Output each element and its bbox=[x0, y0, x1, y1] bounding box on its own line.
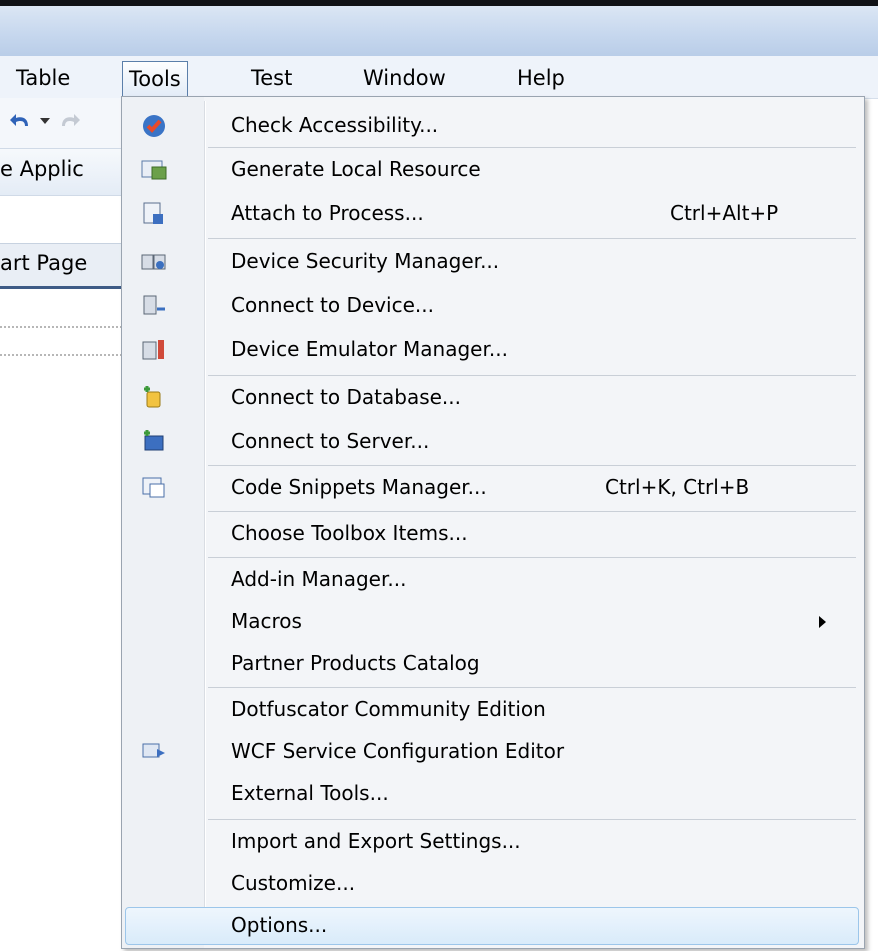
menu-item-connect-to-device[interactable]: Connect to Device... bbox=[125, 287, 859, 325]
code-snippets-icon bbox=[142, 477, 165, 498]
submenu-arrow-icon bbox=[819, 616, 826, 628]
menu-separator bbox=[208, 819, 856, 820]
menu-item-device-emulator-manager[interactable]: Device Emulator Manager... bbox=[125, 331, 859, 369]
connect-database-icon bbox=[144, 386, 161, 408]
menu-test[interactable]: Test bbox=[245, 63, 298, 93]
menu-separator bbox=[208, 465, 856, 466]
wcf-config-icon bbox=[142, 743, 165, 758]
menu-item-customize[interactable]: Customize... bbox=[125, 865, 859, 903]
menu-item-label: Attach to Process... bbox=[231, 201, 424, 225]
menu-item-label: WCF Service Configuration Editor bbox=[231, 739, 565, 763]
menu-bar: Table Tools Test Window Help bbox=[0, 56, 878, 99]
dotted-divider bbox=[0, 326, 122, 328]
menu-item-label: Connect to Server... bbox=[231, 429, 430, 453]
menu-item-macros[interactable]: Macros bbox=[125, 603, 859, 641]
menu-item-label: Partner Products Catalog bbox=[231, 651, 480, 675]
menu-item-choose-toolbox-items[interactable]: Choose Toolbox Items... bbox=[125, 515, 859, 553]
redo-icon[interactable] bbox=[56, 108, 82, 134]
menu-item-code-snippets-manager[interactable]: Code Snippets Manager... Ctrl+K, Ctrl+B bbox=[125, 469, 859, 507]
menu-separator bbox=[208, 375, 856, 376]
menu-item-device-security-manager[interactable]: Device Security Manager... bbox=[125, 243, 859, 281]
window-titlebar bbox=[0, 0, 878, 56]
menu-item-label: Choose Toolbox Items... bbox=[231, 521, 468, 545]
menu-item-label: Generate Local Resource bbox=[231, 157, 481, 181]
menu-item-label: Dotfuscator Community Edition bbox=[231, 697, 546, 721]
menu-separator bbox=[208, 687, 856, 688]
menu-item-label: Check Accessibility... bbox=[231, 113, 439, 137]
connect-server-icon bbox=[144, 430, 164, 451]
attach-process-icon bbox=[143, 202, 163, 224]
tab-start-page[interactable]: art Page bbox=[0, 243, 122, 289]
menu-separator bbox=[208, 238, 856, 239]
connect-device-icon bbox=[143, 295, 165, 315]
menu-table[interactable]: Table bbox=[10, 63, 76, 93]
menu-item-shortcut: Ctrl+K, Ctrl+B bbox=[605, 475, 750, 499]
menu-item-label: Options... bbox=[231, 913, 328, 937]
menu-separator bbox=[208, 557, 856, 558]
menu-item-add-in-manager[interactable]: Add-in Manager... bbox=[125, 561, 859, 599]
local-resource-icon bbox=[141, 160, 167, 180]
undo-icon[interactable] bbox=[8, 108, 34, 134]
menu-item-label: Customize... bbox=[231, 871, 356, 895]
menu-item-label: Code Snippets Manager... bbox=[231, 475, 487, 499]
menu-item-label: Connect to Device... bbox=[231, 293, 434, 317]
menu-item-partner-products-catalog[interactable]: Partner Products Catalog bbox=[125, 645, 859, 683]
menu-tools[interactable]: Tools bbox=[122, 61, 188, 96]
menu-item-label: Add-in Manager... bbox=[231, 567, 407, 591]
undo-dropdown-icon[interactable] bbox=[40, 118, 50, 124]
menu-item-shortcut: Ctrl+Alt+P bbox=[670, 201, 779, 225]
standard-toolbar bbox=[0, 98, 122, 148]
device-emulator-icon bbox=[142, 340, 164, 360]
accessibility-check-icon bbox=[143, 115, 165, 137]
menu-separator bbox=[208, 147, 856, 148]
dotted-divider bbox=[0, 354, 122, 356]
menu-item-dotfuscator[interactable]: Dotfuscator Community Edition bbox=[125, 691, 859, 729]
menu-help[interactable]: Help bbox=[511, 63, 571, 93]
menu-item-label: Device Security Manager... bbox=[231, 249, 500, 273]
tab-label: art Page bbox=[0, 251, 88, 275]
menu-item-connect-to-database[interactable]: Connect to Database... bbox=[125, 379, 859, 417]
menu-item-external-tools[interactable]: External Tools... bbox=[125, 775, 859, 813]
menu-item-options[interactable]: Options... bbox=[125, 907, 859, 945]
menu-item-label: External Tools... bbox=[231, 781, 389, 805]
menu-item-attach-to-process[interactable]: Attach to Process... Ctrl+Alt+P bbox=[125, 195, 859, 233]
menu-separator bbox=[208, 511, 856, 512]
menu-item-import-export-settings[interactable]: Import and Export Settings... bbox=[125, 823, 859, 861]
menu-item-label: Device Emulator Manager... bbox=[231, 337, 508, 361]
menu-item-wcf-service-configuration-editor[interactable]: WCF Service Configuration Editor bbox=[125, 733, 859, 771]
left-pane: e Applic art Page bbox=[0, 98, 122, 951]
solution-panel-header[interactable]: e Applic bbox=[0, 148, 122, 196]
menu-item-label: Connect to Database... bbox=[231, 385, 461, 409]
menu-window[interactable]: Window bbox=[357, 63, 452, 93]
menu-item-label: Import and Export Settings... bbox=[231, 829, 521, 853]
menu-item-check-accessibility[interactable]: Check Accessibility... bbox=[125, 107, 859, 145]
tools-menu: Check Accessibility... Generate Local Re… bbox=[121, 96, 865, 949]
panel-label: e Applic bbox=[0, 157, 84, 181]
menu-item-generate-local-resource[interactable]: Generate Local Resource bbox=[125, 151, 859, 189]
menu-item-connect-to-server[interactable]: Connect to Server... bbox=[125, 423, 859, 461]
device-security-icon bbox=[141, 254, 166, 270]
menu-item-label: Macros bbox=[231, 609, 302, 633]
